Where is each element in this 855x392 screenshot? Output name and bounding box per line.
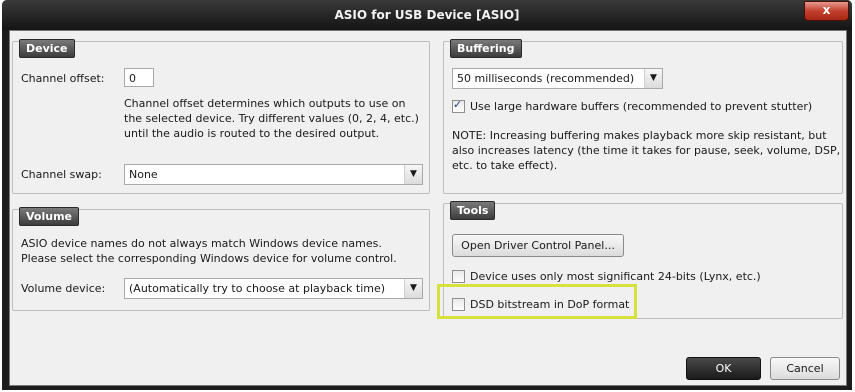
close-button[interactable]: x (804, 1, 849, 21)
large-buffers-checkbox[interactable]: Use large hardware buffers (recommended … (452, 98, 813, 113)
channel-offset-desc-line: until the audio is routed to the desired… (124, 127, 380, 140)
volume-description: ASIO device names do not always match Wi… (21, 236, 397, 266)
volume-desc-line: Please select the corresponding Windows … (21, 252, 397, 265)
large-buffers-label: Use large hardware buffers (recommended … (470, 100, 813, 113)
volume-device-value: (Automatically try to choose at playback… (129, 282, 386, 295)
buffering-note-line: NOTE: Increasing buffering makes playbac… (452, 129, 827, 142)
close-icon: x (822, 3, 831, 17)
volume-desc-line: ASIO device names do not always match Wi… (21, 237, 382, 250)
chevron-down-icon: ▼ (404, 279, 422, 298)
channel-offset-description: Channel offset determines which outputs … (124, 96, 419, 141)
dop-highlight-box (437, 284, 637, 319)
channel-offset-desc-line: Channel offset determines which outputs … (124, 97, 406, 110)
channel-offset-desc-line: the selected device. Try different value… (124, 112, 419, 125)
buffer-size-value: 50 milliseconds (recommended) (457, 72, 635, 85)
chevron-down-icon: ▼ (404, 165, 422, 184)
buffering-note: NOTE: Increasing buffering makes playbac… (452, 128, 840, 173)
msb-24bit-label: Device uses only most significant 24-bit… (470, 270, 761, 283)
buffering-note-line: also increases latency (the time it take… (452, 144, 841, 157)
msb-24bit-checkbox[interactable]: Device uses only most significant 24-bit… (452, 270, 761, 283)
device-group: Device Channel offset: 0 Channel offset … (12, 39, 430, 194)
window-title: ASIO for USB Device [ASIO] (334, 8, 520, 22)
volume-device-label: Volume device: (21, 282, 106, 295)
channel-swap-label: Channel swap: (21, 168, 102, 181)
volume-group-title: Volume (19, 207, 79, 226)
volume-group: Volume ASIO device names do not always m… (12, 207, 430, 311)
channel-offset-label: Channel offset: (21, 72, 105, 85)
chevron-down-icon: ▼ (644, 69, 662, 88)
channel-offset-input[interactable]: 0 (124, 68, 154, 87)
buffering-group: Buffering 50 milliseconds (recommended) … (443, 39, 843, 194)
open-driver-control-panel-button[interactable]: Open Driver Control Panel... (452, 234, 624, 257)
channel-swap-value: None (129, 168, 158, 181)
volume-device-select[interactable]: (Automatically try to choose at playback… (124, 278, 423, 299)
buffering-note-line: etc. to take effect). (452, 159, 558, 172)
buffering-group-title: Buffering (450, 39, 522, 58)
channel-swap-select[interactable]: None ▼ (124, 164, 423, 185)
tools-group-title: Tools (450, 201, 496, 220)
checkbox-checked-icon[interactable] (452, 98, 465, 113)
checkbox-unchecked-icon[interactable] (452, 270, 465, 283)
device-group-title: Device (19, 39, 75, 58)
dialog-body: Device Channel offset: 0 Channel offset … (9, 30, 847, 386)
cancel-button[interactable]: Cancel (770, 357, 840, 380)
buffer-size-select[interactable]: 50 milliseconds (recommended) ▼ (452, 68, 663, 89)
dialog-window: ASIO for USB Device [ASIO] x Device Chan… (2, 0, 852, 390)
title-bar[interactable]: ASIO for USB Device [ASIO] x (2, 0, 852, 30)
ok-button[interactable]: OK (686, 357, 761, 380)
